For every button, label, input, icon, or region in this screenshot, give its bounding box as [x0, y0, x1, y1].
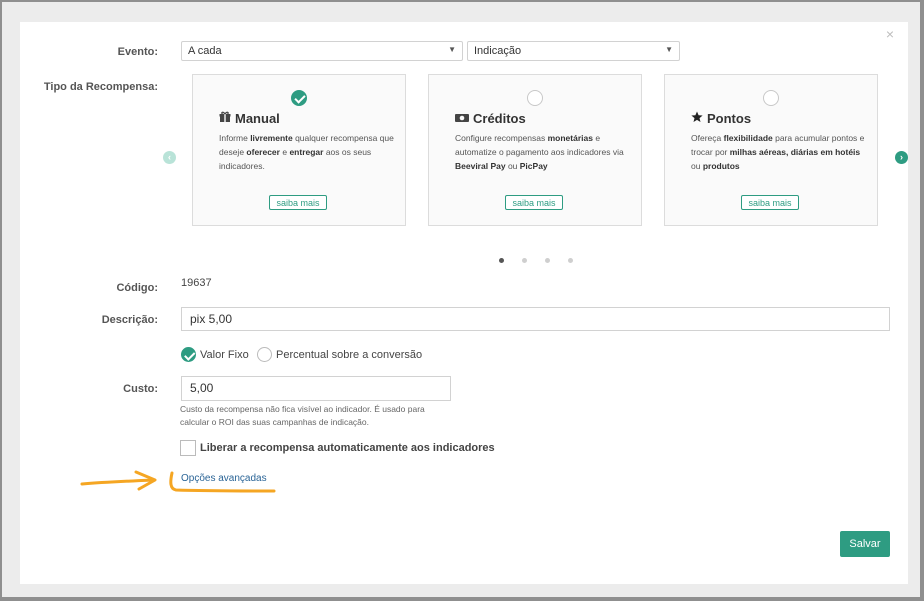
reward-card-description-part: monetárias	[547, 133, 593, 143]
descricao-input-value: pix 5,00	[190, 312, 233, 326]
reward-card-description-part: entregar	[289, 147, 324, 157]
reward-card-description-part: Informe	[219, 133, 251, 143]
reward-card-description-part: Ofereça	[691, 133, 724, 143]
reward-card-description-part: livremente	[250, 133, 293, 143]
star-icon	[691, 111, 703, 126]
save-button[interactable]: Salvar	[840, 531, 890, 557]
evento-select-frequency[interactable]: A cada ▼	[181, 41, 463, 61]
reward-card-description-part: oferecer	[246, 147, 280, 157]
reward-card-title: Pontos	[691, 111, 751, 126]
custo-help-text: Custo da recompensa não fica visível ao …	[180, 404, 425, 427]
reward-card-crditos[interactable]: Créditos Configure recompensas monetárias…	[428, 74, 642, 226]
reward-card-name: Manual	[235, 111, 280, 126]
carousel-dot[interactable]	[522, 258, 527, 263]
reward-card-title: Créditos	[455, 111, 526, 126]
reward-card-description-part: produtos	[702, 161, 740, 171]
reward-card-description-part: ou	[691, 161, 703, 171]
radio-percentual[interactable]: Percentual sobre a conversão	[257, 347, 422, 362]
reward-card-description-part: flexibilidade	[723, 133, 773, 143]
custo-label: Custo:	[123, 383, 158, 395]
radio-checked-icon[interactable]	[291, 90, 307, 106]
liberar-checkbox-label: Liberar a recompensa automaticamente aos…	[200, 442, 495, 454]
close-icon[interactable]: ×	[886, 26, 894, 42]
descricao-input[interactable]: pix 5,00	[181, 307, 890, 331]
reward-card-description: Informe livremente qualquer recompensa q…	[219, 131, 399, 173]
radio-valor-fixo[interactable]: Valor Fixo	[181, 347, 249, 362]
reward-card-name: Pontos	[707, 111, 752, 126]
codigo-value: 19637	[181, 277, 212, 289]
evento-select-event-value: Indicação	[474, 45, 522, 57]
reward-card-description-part: Configure recompensas	[455, 133, 548, 143]
tipo-recompensa-label: Tipo da Recompensa:	[43, 81, 158, 93]
advanced-options-link[interactable]: Opções avançadas	[181, 473, 267, 484]
reward-card-manual[interactable]: Manual Informe livremente qualquer recomp…	[192, 74, 406, 226]
saiba-mais-button[interactable]: saiba mais	[741, 195, 799, 210]
codigo-label: Código:	[116, 282, 158, 294]
carousel-dot[interactable]	[568, 258, 573, 263]
reward-card-title: Manual	[219, 111, 280, 126]
radio-percentual-label: Percentual sobre a conversão	[276, 348, 423, 361]
carousel-dot[interactable]	[545, 258, 550, 263]
radio-checked-icon	[181, 347, 196, 362]
evento-select-event[interactable]: Indicação ▼	[467, 41, 680, 61]
custo-input[interactable]: 5,00	[181, 376, 451, 401]
carousel-prev-icon[interactable]: ‹	[163, 151, 176, 164]
chevron-down-icon: ▼	[448, 45, 456, 54]
saiba-mais-button[interactable]: saiba mais	[505, 195, 563, 210]
chevron-down-icon: ▼	[665, 45, 673, 54]
reward-card-description: Ofereça flexibilidade para acumular pont…	[691, 131, 871, 173]
liberar-checkbox[interactable]	[180, 440, 196, 456]
reward-card-pontos[interactable]: Pontos Ofereça flexibilidade para acumula…	[664, 74, 878, 226]
radio-valor-fixo-label: Valor Fixo	[200, 348, 249, 361]
gift-icon	[219, 111, 231, 126]
reward-card-name: Créditos	[473, 111, 526, 126]
radio-unchecked-icon[interactable]	[763, 90, 779, 106]
evento-select-frequency-value: A cada	[188, 45, 222, 57]
reward-card-description-part: Beeviral Pay	[455, 161, 506, 171]
reward-card-description-part: milhas aéreas, diárias em hotéis	[729, 147, 861, 157]
carousel-next-icon[interactable]: ›	[895, 151, 908, 164]
custo-input-value: 5,00	[190, 381, 214, 395]
reward-card-description-part: PicPay	[519, 161, 548, 171]
descricao-label: Descrição:	[101, 314, 158, 326]
carousel-dot[interactable]	[499, 258, 504, 263]
money-icon	[455, 111, 469, 126]
saiba-mais-button[interactable]: saiba mais	[269, 195, 327, 210]
radio-unchecked-icon[interactable]	[527, 90, 543, 106]
evento-label: Evento:	[117, 46, 158, 58]
reward-card-description: Configure recompensas monetárias e autom…	[455, 131, 635, 173]
radio-unchecked-icon	[257, 347, 272, 362]
reward-card-description-part: ou	[505, 161, 520, 171]
